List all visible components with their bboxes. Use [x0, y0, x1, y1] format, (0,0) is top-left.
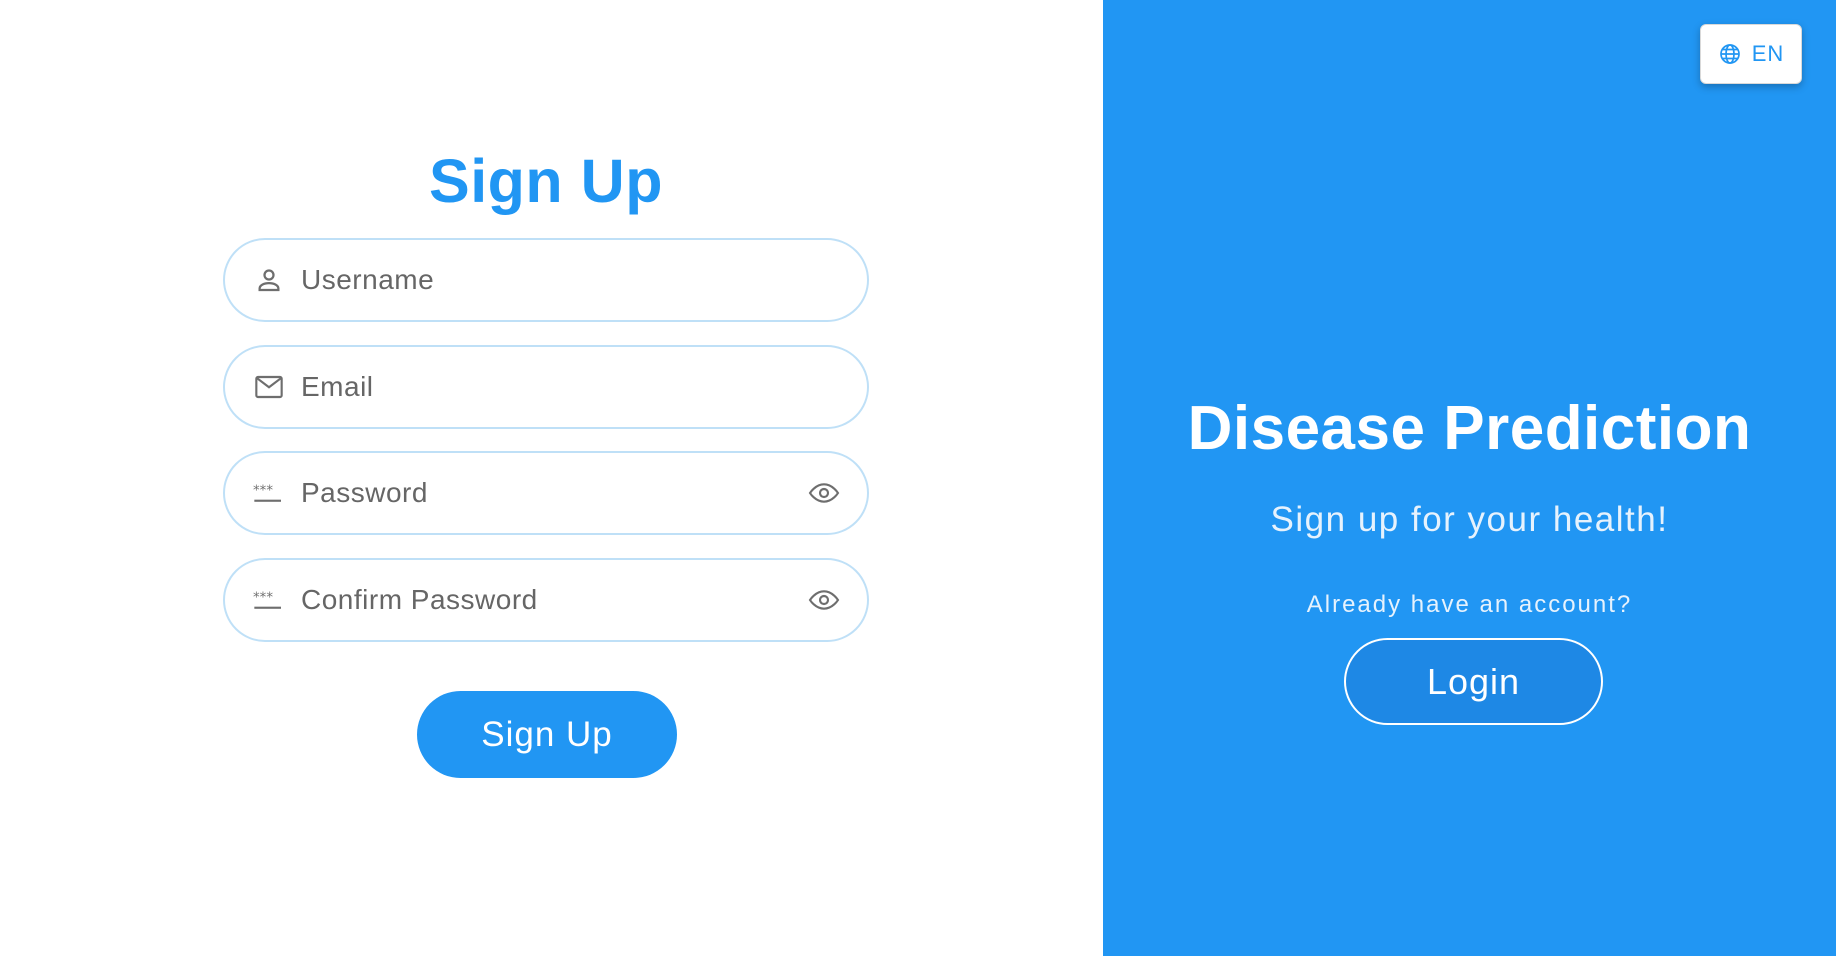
login-button[interactable]: Login	[1344, 638, 1603, 725]
info-panel: EN Disease Prediction Sign up for your h…	[1103, 0, 1836, 956]
app-title: Disease Prediction	[1187, 394, 1752, 463]
signup-button[interactable]: Sign Up	[417, 691, 677, 778]
password-icon: ***	[253, 477, 285, 509]
app-subtitle: Sign up for your health!	[1270, 500, 1669, 539]
language-button[interactable]: EN	[1700, 24, 1802, 84]
username-placeholder: Username	[301, 264, 435, 295]
signup-page: Sign Up Username Email *** Password *** …	[0, 0, 1836, 956]
language-label: EN	[1751, 41, 1785, 66]
password-icon: ***	[253, 584, 285, 616]
signup-form-panel: Sign Up Username Email *** Password *** …	[0, 0, 1103, 956]
email-field[interactable]: Email	[223, 345, 869, 429]
confirm-password-field[interactable]: *** Confirm Password	[223, 558, 869, 642]
user-icon	[253, 264, 285, 296]
password-placeholder: Password	[301, 477, 428, 508]
confirm-password-placeholder: Confirm Password	[301, 584, 538, 615]
globe-icon	[1718, 42, 1742, 66]
form-title: Sign Up	[429, 147, 663, 215]
password-field[interactable]: *** Password	[223, 451, 869, 535]
account-prompt: Already have an account?	[1306, 591, 1633, 618]
eye-icon[interactable]	[807, 476, 841, 510]
eye-icon[interactable]	[807, 583, 841, 617]
svg-text:***: ***	[253, 483, 273, 498]
email-placeholder: Email	[301, 371, 374, 402]
mail-icon	[253, 371, 285, 403]
svg-text:***: ***	[253, 590, 273, 605]
username-field[interactable]: Username	[223, 238, 869, 322]
